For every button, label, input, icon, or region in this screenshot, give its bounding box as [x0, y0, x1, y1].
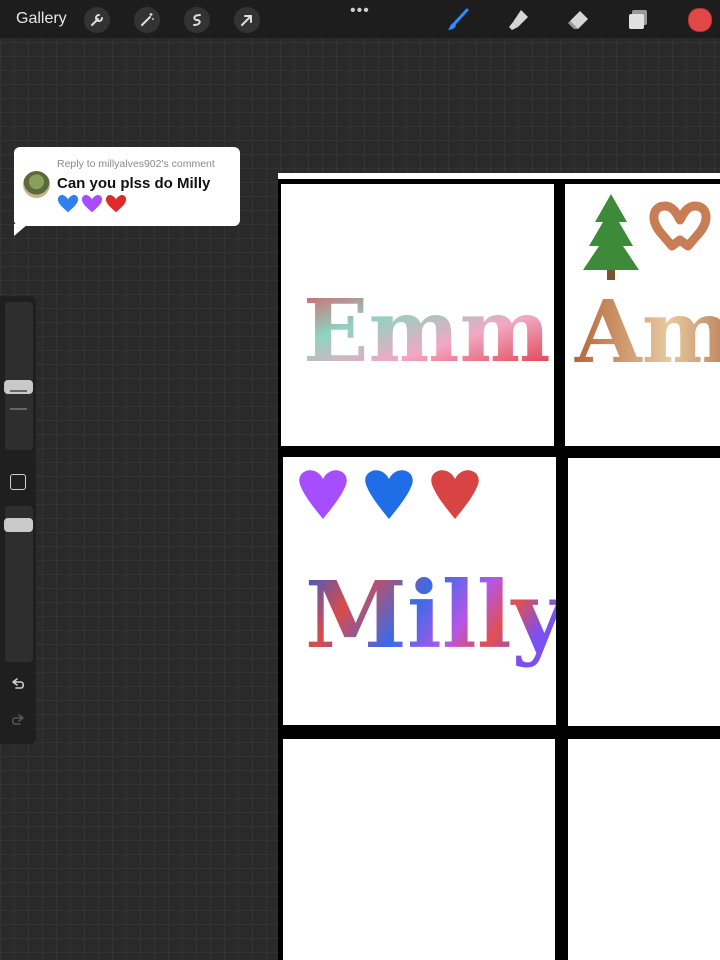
transform-arrow-icon[interactable]	[234, 7, 260, 33]
slider-tick	[10, 390, 27, 392]
emma-lettering: Emma	[303, 281, 554, 382]
opacity-slider[interactable]	[4, 506, 33, 662]
brush-icon[interactable]	[444, 6, 472, 34]
milly-text: Milly	[305, 561, 556, 669]
hand-heart-icon	[649, 201, 711, 251]
opacity-handle[interactable]	[4, 518, 33, 532]
red-heart-icon	[105, 195, 127, 213]
ami-text: Ami	[574, 282, 720, 383]
grid-cell-empty	[568, 739, 720, 960]
avatar	[23, 171, 50, 198]
red-heart-icon	[431, 470, 479, 519]
redo-icon[interactable]	[9, 712, 27, 730]
purple-heart-icon	[299, 470, 347, 519]
comment-text: Can you plss do Milly	[57, 175, 211, 192]
undo-icon[interactable]	[9, 676, 27, 694]
drawing-canvas[interactable]: Emma Ami	[278, 173, 720, 960]
wrench-icon[interactable]	[84, 7, 110, 33]
ami-lettering: Ami	[574, 194, 720, 383]
canvas-border	[278, 173, 720, 179]
grid-cell-milly: Milly	[283, 457, 556, 725]
layers-icon[interactable]	[624, 6, 652, 34]
smudge-icon[interactable]	[504, 6, 532, 34]
color-picker-button[interactable]	[688, 8, 712, 32]
grid-cell-emma: Emma	[281, 184, 554, 446]
grid-cell-ami: Ami	[565, 184, 720, 446]
bubble-tail	[14, 224, 28, 236]
gallery-button[interactable]: Gallery	[16, 10, 67, 28]
slider-tick	[10, 408, 27, 410]
sidebar	[0, 296, 36, 744]
milly-lettering: Milly	[299, 470, 556, 669]
emma-text: Emma	[303, 281, 554, 382]
comment-hearts	[57, 193, 127, 215]
milly-hearts	[299, 470, 479, 519]
reply-comment-bubble: Reply to millyalves902's comment Can you…	[14, 147, 240, 226]
grid-cell-empty	[283, 739, 555, 960]
more-options-button[interactable]: •••	[350, 2, 370, 20]
grid-cell-empty	[568, 458, 720, 726]
selection-s-icon[interactable]	[184, 7, 210, 33]
blue-heart-icon	[365, 470, 413, 519]
blue-heart-icon	[57, 195, 79, 213]
modify-button[interactable]	[10, 474, 26, 490]
tree-icon	[583, 194, 639, 280]
purple-heart-icon	[81, 195, 103, 213]
brush-size-slider[interactable]	[4, 302, 33, 450]
magic-wand-icon[interactable]	[134, 7, 160, 33]
reply-to-label: Reply to millyalves902's comment	[57, 158, 215, 170]
top-toolbar: Gallery •••	[0, 0, 720, 38]
eraser-icon[interactable]	[564, 6, 592, 34]
